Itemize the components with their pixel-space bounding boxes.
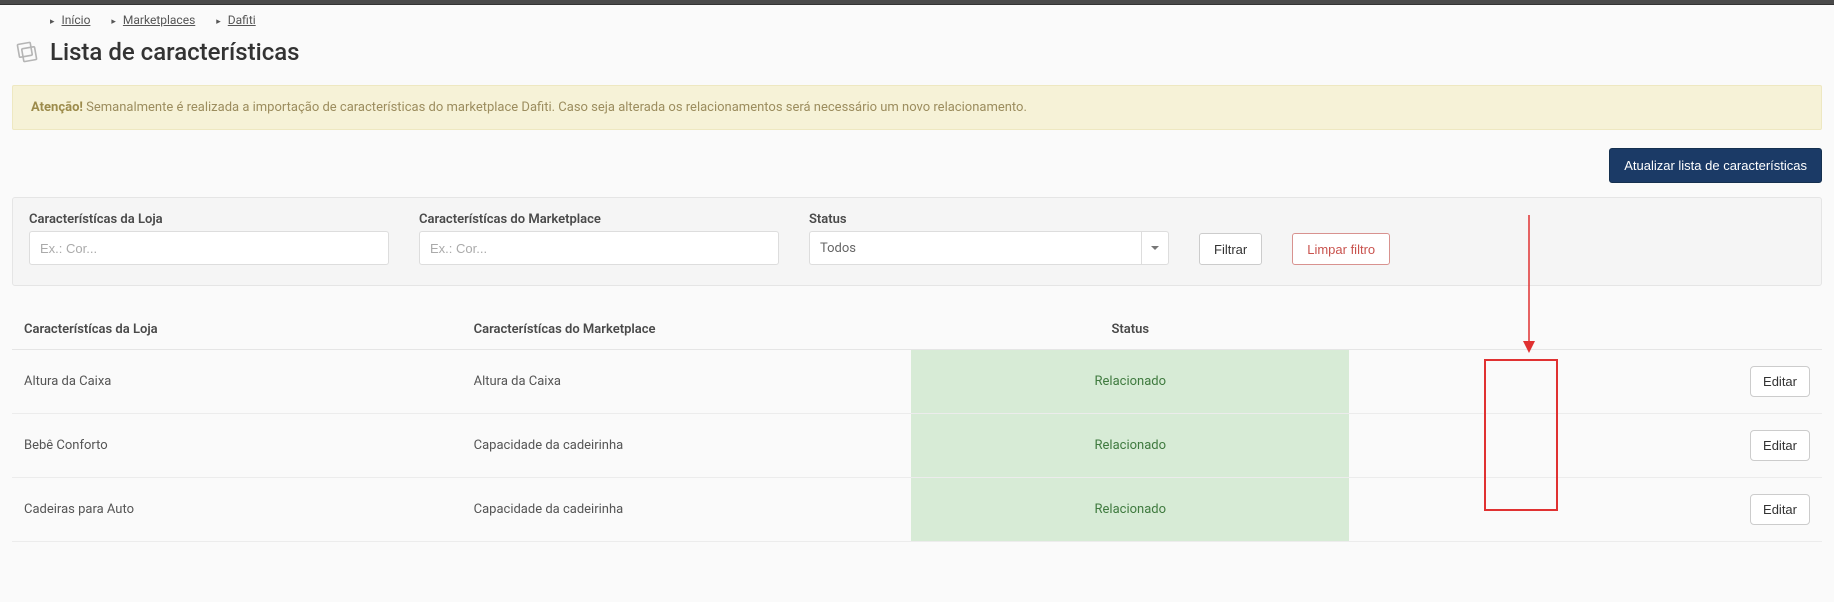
breadcrumb-link-marketplaces[interactable]: Marketplaces xyxy=(123,13,195,27)
caret-right-icon: ▸ xyxy=(50,17,55,27)
table-header-marketplace: Característícas do Marketplace xyxy=(462,310,912,350)
breadcrumb-link-dafiti[interactable]: Dafiti xyxy=(228,13,256,27)
status-select[interactable]: Todos xyxy=(809,231,1169,265)
chevron-down-icon[interactable] xyxy=(1141,231,1169,265)
copy-icon xyxy=(12,37,42,67)
page-header: Lista de características xyxy=(0,27,1834,85)
update-list-button[interactable]: Atualizar lista de características xyxy=(1609,148,1822,183)
status-selected-value: Todos xyxy=(809,231,1141,265)
cell-status: Relacionado xyxy=(911,350,1349,414)
table-row: Cadeiras para AutoCapacidade da cadeirin… xyxy=(12,478,1822,542)
table-header-actions xyxy=(1707,310,1822,350)
cell-action: Editar xyxy=(1707,478,1822,542)
cell-store-char: Cadeiras para Auto xyxy=(12,478,462,542)
cell-status: Relacionado xyxy=(911,414,1349,478)
table-row: Altura da CaixaAltura da CaixaRelacionad… xyxy=(12,350,1822,414)
cell-store-char: Altura da Caixa xyxy=(12,350,462,414)
cell-action: Editar xyxy=(1707,350,1822,414)
clear-filter-button[interactable]: Limpar filtro xyxy=(1292,233,1390,265)
edit-button[interactable]: Editar xyxy=(1750,430,1810,461)
cell-market-char: Capacidade da cadeirinha xyxy=(462,414,912,478)
store-char-label: Característícas da Loja xyxy=(29,212,389,227)
cell-empty xyxy=(1349,350,1706,414)
cell-store-char: Bebê Conforto xyxy=(12,414,462,478)
alert-banner: Atenção! Semanalmente é realizada a impo… xyxy=(12,85,1822,130)
cell-market-char: Altura da Caixa xyxy=(462,350,912,414)
alert-text: Semanalmente é realizada a importação de… xyxy=(83,100,1027,115)
cell-empty xyxy=(1349,414,1706,478)
market-char-input[interactable] xyxy=(419,231,779,265)
caret-right-icon: ▸ xyxy=(111,17,116,27)
filter-panel: Característícas da Loja Característícas … xyxy=(12,197,1822,286)
status-label: Status xyxy=(809,212,1169,227)
cell-status: Relacionado xyxy=(911,478,1349,542)
breadcrumb: ▸ Início ▸ Marketplaces ▸ Dafiti xyxy=(0,5,1834,27)
caret-right-icon: ▸ xyxy=(216,17,221,27)
breadcrumb-link-inicio[interactable]: Início xyxy=(62,13,91,27)
store-char-input[interactable] xyxy=(29,231,389,265)
edit-button[interactable]: Editar xyxy=(1750,366,1810,397)
page-title: Lista de características xyxy=(50,38,300,66)
table-row: Bebê ConfortoCapacidade da cadeirinhaRel… xyxy=(12,414,1822,478)
table-header-status: Status xyxy=(911,310,1349,350)
filter-button[interactable]: Filtrar xyxy=(1199,233,1262,265)
market-char-label: Característícas do Marketplace xyxy=(419,212,779,227)
cell-market-char: Capacidade da cadeirinha xyxy=(462,478,912,542)
alert-strong: Atenção! xyxy=(31,100,83,115)
table-header-store: Característícas da Loja xyxy=(12,310,462,350)
edit-button[interactable]: Editar xyxy=(1750,494,1810,525)
table-header-empty xyxy=(1349,310,1706,350)
cell-action: Editar xyxy=(1707,414,1822,478)
characteristics-table: Característícas da Loja Característícas … xyxy=(12,310,1822,542)
cell-empty xyxy=(1349,478,1706,542)
